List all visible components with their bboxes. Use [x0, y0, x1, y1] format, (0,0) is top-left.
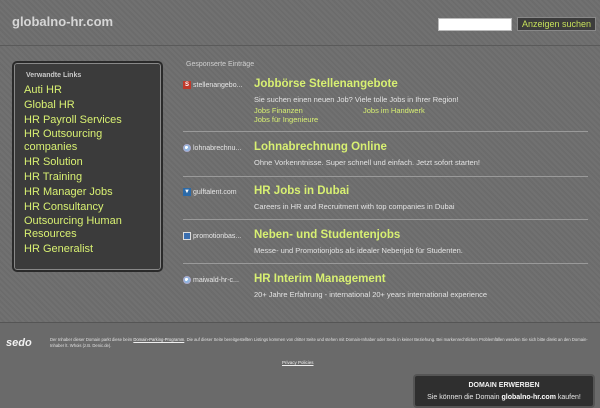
ad-divider	[183, 263, 588, 264]
ad-description: 20+ Jahre Erfahrung - international 20+ …	[254, 290, 488, 299]
privacy-policies-link[interactable]: Privacy Policies	[282, 360, 314, 365]
related-links-panel: Verwandte Links Auti HR Global HR HR Pay…	[12, 61, 163, 272]
ad-source[interactable]: S stellenangebo...	[183, 81, 251, 89]
promotion-favicon-icon	[183, 232, 191, 240]
related-link[interactable]: HR Manager Jobs	[24, 185, 152, 199]
footer-text-part: Der Inhaber dieser Domain parkt diese be…	[50, 337, 134, 342]
related-links-list: Auti HR Global HR HR Payroll Services HR…	[24, 83, 152, 257]
ad-divider	[183, 176, 588, 177]
ad-sublink[interactable]: Jobs Finanzen	[254, 106, 303, 115]
ad-sublink[interactable]: Jobs im Handwerk	[363, 106, 425, 115]
ad-title[interactable]: Jobbörse Stellenangebote	[254, 78, 398, 90]
ad-title[interactable]: Neben- und Studentenjobs	[254, 229, 400, 241]
related-link[interactable]: HR Consultancy	[24, 200, 152, 214]
s-favicon-icon: S	[183, 81, 191, 89]
ad-source-label: lohnabrechnu...	[193, 144, 242, 152]
ad-source[interactable]: promotionbas...	[183, 232, 251, 240]
ad-divider	[183, 219, 588, 220]
ad-sublink[interactable]: Jobs für Ingenieure	[254, 115, 318, 124]
ad-source-label: gulftalent.com	[193, 188, 237, 196]
sedo-logo[interactable]: sedo	[6, 337, 32, 349]
related-link[interactable]: HR Generalist	[24, 242, 152, 256]
ad-description: Messe- und Promotionjobs als idealer Neb…	[254, 246, 463, 255]
header-divider	[0, 45, 600, 46]
globe-favicon-icon	[183, 276, 191, 284]
ad-source[interactable]: lohnabrechnu...	[183, 144, 251, 152]
domain-title: globalno-hr.com	[12, 14, 114, 29]
ad-description: Sie suchen einen neuen Job? Viele tolle …	[254, 95, 459, 104]
buy-domain-title: DOMAIN ERWERBEN	[468, 382, 540, 389]
main-area: globalno-hr.com Anzeigen suchen Verwandt…	[0, 0, 600, 322]
gulftalent-favicon-icon: ▼	[183, 188, 191, 196]
related-link[interactable]: Outsourcing Human Resources	[24, 215, 152, 241]
ad-source-label: stellenangebo...	[193, 81, 243, 89]
sponsored-label: Gesponserte Einträge	[186, 61, 255, 68]
ad-source-label: maiwald-hr-c...	[193, 276, 239, 284]
footer-disclaimer: Der Inhaber dieser Domain parkt diese be…	[50, 337, 595, 350]
globe-favicon-icon	[183, 144, 191, 152]
ad-title[interactable]: Lohnabrechnung Online	[254, 141, 387, 153]
ad-source[interactable]: maiwald-hr-c...	[183, 276, 251, 284]
ad-source[interactable]: ▼ gulftalent.com	[183, 188, 251, 196]
related-link[interactable]: Auti HR	[24, 83, 152, 97]
search-input[interactable]	[438, 18, 512, 31]
related-link[interactable]: HR Solution	[24, 155, 152, 169]
ad-title[interactable]: HR Jobs in Dubai	[254, 185, 349, 197]
related-link[interactable]: Global HR	[24, 98, 152, 112]
related-links-heading: Verwandte Links	[26, 72, 82, 79]
ad-divider	[183, 131, 588, 132]
related-link[interactable]: HR Payroll Services	[24, 113, 152, 127]
domain-parking-link[interactable]: Domain-Parking-Programm	[133, 337, 184, 342]
related-link[interactable]: HR Training	[24, 170, 152, 184]
related-link[interactable]: HR Outsourcing companies	[24, 128, 152, 154]
search-button[interactable]: Anzeigen suchen	[517, 17, 597, 31]
ad-description: Careers in HR and Recruitment with top c…	[254, 202, 455, 211]
ad-description: Ohne Vorkenntnisse. Super schnell und ei…	[254, 158, 480, 167]
buy-domain-box[interactable]: DOMAIN ERWERBEN Sie können die Domain gl…	[413, 374, 595, 408]
ad-title[interactable]: HR Interim Management	[254, 273, 386, 285]
ad-source-label: promotionbas...	[193, 232, 242, 240]
